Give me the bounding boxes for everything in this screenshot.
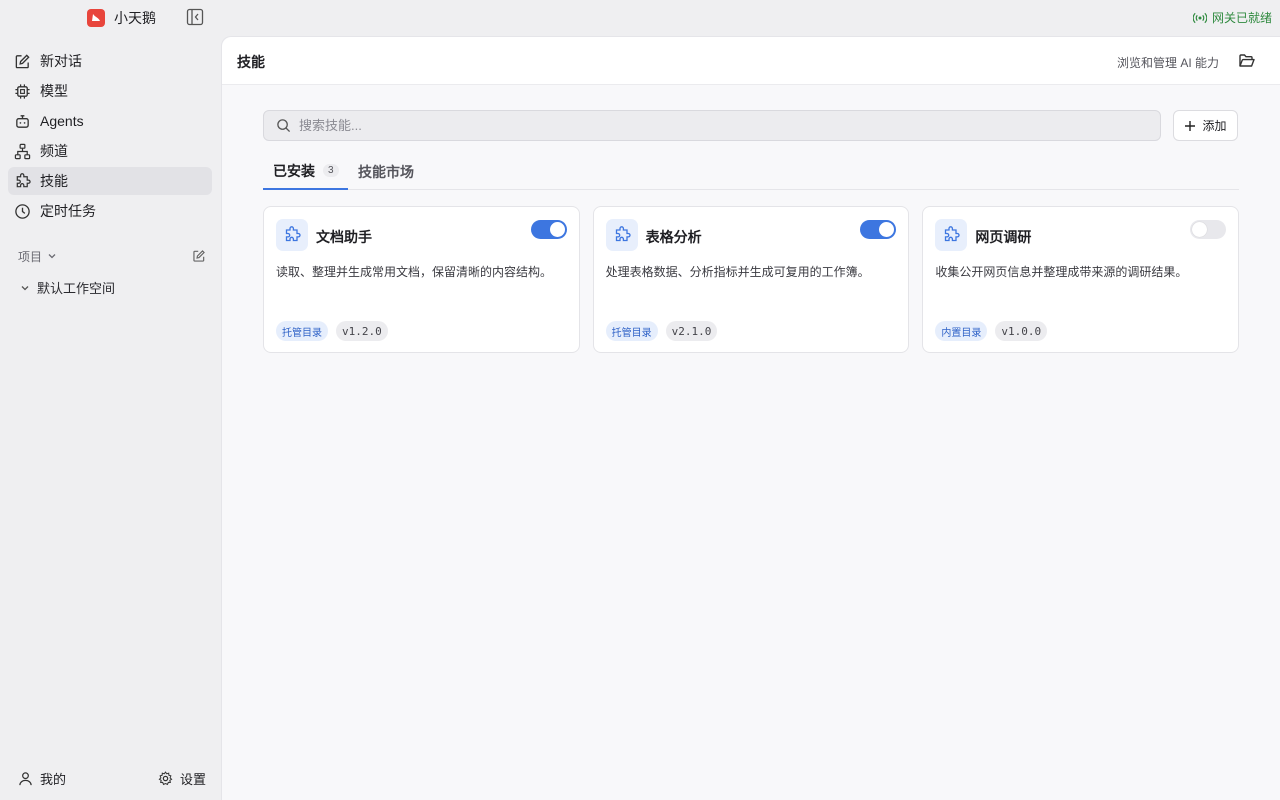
puzzle-icon	[945, 226, 960, 242]
sidebar-item-new-chat[interactable]: 新对话	[8, 47, 212, 75]
skill-enable-toggle[interactable]	[860, 220, 897, 239]
skill-description: 收集公开网页信息并整理成带来源的调研结果。	[935, 265, 1188, 279]
sidebar-item-skills[interactable]: 技能	[8, 167, 212, 195]
app-name: 小天鹅	[114, 10, 156, 26]
skill-source-badge: 托管目录	[605, 321, 658, 341]
edit-icon	[193, 250, 205, 262]
skill-source-badge: 托管目录	[276, 321, 328, 341]
sidebar-nav: 新对话 模型 Agents 频道 技能 定时任务	[8, 47, 212, 227]
toggle-knob	[1192, 222, 1208, 237]
app-logo	[87, 9, 105, 27]
tab-marketplace-label: 技能市场	[358, 163, 414, 180]
edit-icon	[15, 53, 30, 68]
skill-card-list: 文档助手 读取、整理并生成常用文档，保留清晰的内容结构。 托管目录 v1.2.0…	[263, 206, 1240, 353]
sidebar-item-scheduled-tasks[interactable]: 定时任务	[8, 197, 212, 225]
chip-icon	[15, 83, 30, 99]
user-icon	[19, 772, 32, 786]
chevron-down-icon	[21, 285, 29, 290]
profile-button[interactable]: 我的	[18, 769, 66, 788]
swan-logo-icon	[92, 14, 100, 21]
skill-icon-box	[935, 219, 968, 251]
sidebar-footer: 我的 设置	[18, 769, 206, 788]
page-title: 技能	[237, 54, 265, 70]
page-description: 浏览和管理 AI 能力	[1116, 56, 1219, 70]
skill-card[interactable]: 表格分析 处理表格数据、分析指标并生成可复用的工作簿。 托管目录 v2.1.0	[592, 206, 910, 353]
projects-section-header: 项目	[18, 246, 206, 266]
installed-count-badge: 3	[323, 164, 339, 177]
sidebar-item-label: 技能	[40, 173, 68, 189]
skill-tags: 内置目录 v1.0.0	[935, 321, 1048, 341]
sidebar-collapse-button[interactable]	[186, 8, 206, 28]
sidebar-item-label: 频道	[40, 143, 68, 159]
sidebar-item-models[interactable]: 模型	[8, 77, 212, 105]
workspace-label: 默认工作空间	[37, 281, 116, 296]
chevron-down-icon	[48, 254, 56, 259]
open-folder-button[interactable]	[1238, 52, 1256, 70]
skill-tags: 托管目录 v1.2.0	[276, 321, 388, 341]
sidebar-toggle-icon	[186, 8, 204, 26]
skill-enable-toggle[interactable]	[1190, 220, 1227, 239]
search-box[interactable]	[263, 110, 1161, 141]
skill-version-badge: v1.0.0	[995, 321, 1048, 341]
sidebar-item-label: 新对话	[40, 53, 82, 69]
sidebar-item-agents[interactable]: Agents	[8, 107, 212, 135]
skill-tags: 托管目录 v2.1.0	[605, 321, 718, 341]
sidebar-item-channels[interactable]: 频道	[8, 137, 212, 165]
skill-description: 读取、整理并生成常用文档，保留清晰的内容结构。	[276, 265, 553, 279]
skill-name: 文档助手	[316, 229, 372, 245]
skill-name: 网页调研	[975, 229, 1032, 245]
gateway-status-text: 网关已就绪	[1211, 11, 1272, 25]
gateway-status: 网关已就绪	[1192, 9, 1272, 27]
settings-label: 设置	[179, 772, 206, 787]
add-skill-button[interactable]: 添加	[1173, 110, 1238, 141]
gear-icon	[158, 771, 173, 786]
bot-icon	[16, 114, 29, 128]
network-icon	[14, 143, 31, 159]
settings-button[interactable]: 设置	[158, 769, 206, 788]
main-panel: 技能 浏览和管理 AI 能力 添加 已安装 3 技能市场 文档助手 读取、整理并…	[221, 36, 1280, 800]
profile-label: 我的	[40, 772, 67, 787]
skill-version-badge: v2.1.0	[665, 321, 718, 341]
tab-installed[interactable]: 已安装 3	[263, 153, 348, 190]
sidebar-item-label: 模型	[40, 83, 68, 99]
skill-version-badge: v1.2.0	[336, 321, 388, 341]
skill-description: 处理表格数据、分析指标并生成可复用的工作簿。	[605, 265, 870, 279]
sidebar-item-label: Agents	[40, 113, 84, 129]
plus-icon	[1185, 120, 1196, 131]
skill-icon-box	[276, 219, 308, 251]
search-icon	[277, 119, 291, 133]
search-input[interactable]	[299, 118, 1139, 133]
new-project-button[interactable]	[192, 249, 206, 263]
projects-section-title: 项目	[18, 249, 43, 264]
skill-card[interactable]: 网页调研 收集公开网页信息并整理成带来源的调研结果。 内置目录 v1.0.0	[922, 206, 1240, 353]
skill-source-badge: 内置目录	[935, 321, 988, 341]
folder-open-icon	[1239, 54, 1255, 67]
add-skill-label: 添加	[1202, 119, 1227, 133]
sidebar-item-label: 定时任务	[40, 203, 96, 219]
skill-icon-box	[605, 219, 638, 251]
skill-enable-toggle[interactable]	[530, 220, 567, 239]
tab-marketplace[interactable]: 技能市场	[358, 153, 414, 190]
projects-toggle[interactable]: 项目	[18, 248, 57, 265]
toggle-knob	[879, 222, 895, 237]
skill-name: 表格分析	[645, 229, 702, 245]
puzzle-icon	[16, 172, 31, 187]
sidebar: 新对话 模型 Agents 频道 技能 定时任务 项目 默认工作空间 我的 设置	[0, 36, 220, 800]
toggle-knob	[549, 222, 565, 237]
workspace-item[interactable]: 默认工作空间	[20, 278, 115, 297]
skill-card[interactable]: 文档助手 读取、整理并生成常用文档，保留清晰的内容结构。 托管目录 v1.2.0	[263, 206, 580, 353]
tab-bar: 已安装 3 技能市场	[263, 153, 1239, 190]
clock-icon	[15, 203, 30, 219]
main-header: 技能 浏览和管理 AI 能力	[222, 37, 1280, 85]
puzzle-icon	[285, 226, 301, 242]
puzzle-icon	[615, 226, 631, 242]
top-bar: 小天鹅 网关已就绪	[0, 0, 1280, 36]
tab-installed-label: 已安装	[273, 162, 315, 179]
signal-icon	[1192, 12, 1207, 24]
